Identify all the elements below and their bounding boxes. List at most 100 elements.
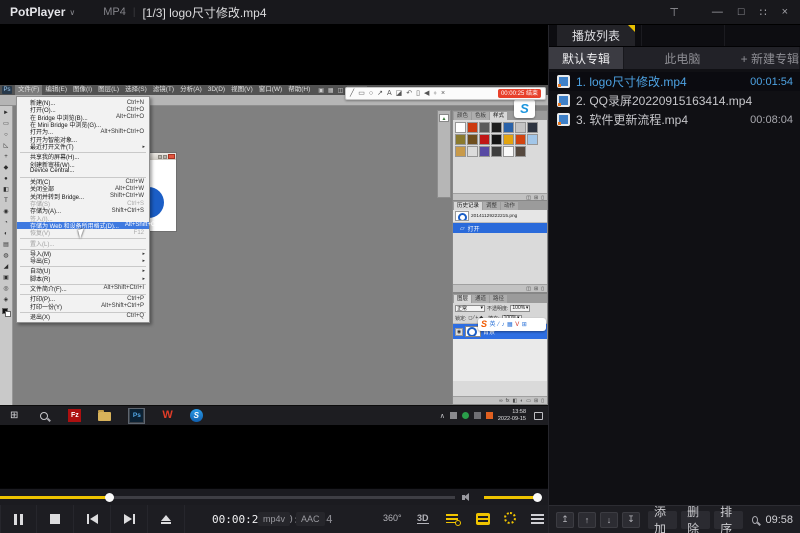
3d-mode-button[interactable]: 3D bbox=[417, 513, 429, 524]
file-menu-item[interactable]: Device Central... bbox=[17, 168, 149, 175]
panel-footer-icon[interactable]: ◐ bbox=[520, 398, 523, 404]
delete-button[interactable]: 删除 bbox=[681, 511, 710, 529]
filezilla-icon[interactable]: Fz bbox=[68, 409, 81, 422]
ime-icon[interactable]: V bbox=[515, 322, 519, 328]
notification-center-icon[interactable] bbox=[534, 412, 543, 420]
tool-icon[interactable]: ▭ bbox=[3, 119, 9, 130]
playlist-item[interactable]: 2. QQ录屏20220915163414.mp4 bbox=[549, 91, 800, 110]
file-menu-item[interactable]: 最近打开文件(T) bbox=[17, 143, 149, 150]
tool-icon[interactable]: ◺ bbox=[4, 141, 9, 152]
document-title-bar[interactable] bbox=[148, 153, 176, 160]
tool-icon[interactable]: ◧ bbox=[3, 185, 9, 196]
sogou-taskbar-icon[interactable]: S bbox=[190, 409, 203, 422]
blend-mode-dropdown[interactable]: 正常▾ bbox=[455, 305, 485, 312]
volume-slider[interactable] bbox=[484, 496, 540, 499]
panel-footer-icon[interactable]: ▭ bbox=[526, 398, 531, 404]
tray-icon[interactable] bbox=[462, 412, 469, 419]
file-menu-item[interactable]: 脚本(R) bbox=[17, 275, 149, 282]
tray-icon[interactable] bbox=[486, 412, 493, 419]
maximize-button[interactable]: □ bbox=[738, 6, 745, 18]
chevron-down-icon[interactable]: ∨ bbox=[69, 8, 75, 17]
tool-icon[interactable]: ◔ bbox=[4, 218, 8, 229]
photoshop-menu-item[interactable]: 选择(S) bbox=[122, 85, 150, 95]
style-swatch[interactable] bbox=[455, 122, 466, 133]
style-swatch[interactable] bbox=[527, 122, 538, 133]
style-swatch[interactable] bbox=[491, 134, 502, 145]
seek-bar[interactable] bbox=[0, 496, 455, 499]
app-menu-button[interactable]: PotPlayer bbox=[10, 5, 65, 19]
sogou-logo-icon[interactable]: S bbox=[481, 320, 487, 329]
tool-icon[interactable]: ▣ bbox=[3, 273, 9, 284]
file-menu-item[interactable]: 文件简介(F)... Alt+Shift+Ctrl+I bbox=[17, 285, 149, 292]
photoshop-menu-item[interactable]: 视图(V) bbox=[228, 85, 256, 95]
always-on-top-button[interactable]: ∷ bbox=[760, 6, 767, 19]
photoshop-menu-item[interactable]: 图像(I) bbox=[70, 85, 95, 95]
tool-icon[interactable]: ◢ bbox=[4, 262, 9, 273]
panel-thumbnail-icon[interactable]: ▲ bbox=[439, 114, 449, 122]
style-swatch[interactable] bbox=[479, 134, 490, 145]
panel-tab[interactable]: 动作 bbox=[501, 202, 518, 210]
pause-button[interactable] bbox=[0, 505, 37, 533]
move-item-button[interactable]: ↥ bbox=[556, 512, 574, 528]
recorder-tool-icon[interactable]: ▯ bbox=[416, 90, 420, 97]
panel-tab[interactable]: 历史记录 bbox=[454, 202, 482, 210]
pin-icon[interactable]: ⊤ bbox=[669, 6, 679, 19]
wps-icon[interactable]: W bbox=[162, 410, 172, 421]
panel-footer-icon[interactable]: ∞ bbox=[499, 398, 503, 404]
add-button[interactable]: 添加 bbox=[648, 511, 677, 529]
tool-icon[interactable]: ◎ bbox=[3, 284, 8, 295]
recorder-tool-icon[interactable]: ↶ bbox=[406, 90, 412, 97]
vr-360-button[interactable]: 360° bbox=[383, 513, 402, 523]
style-swatch[interactable] bbox=[503, 122, 514, 133]
panel-tab[interactable]: 样式 bbox=[490, 112, 507, 120]
panel-tab[interactable]: 路径 bbox=[490, 295, 507, 303]
tool-icon[interactable]: ◍ bbox=[3, 251, 8, 262]
subtitle-button-icon[interactable] bbox=[476, 513, 490, 525]
sort-button[interactable]: 排序 bbox=[714, 511, 743, 529]
style-swatch[interactable] bbox=[455, 134, 466, 145]
tool-icon[interactable]: ◆ bbox=[4, 163, 9, 174]
photoshop-menu-item[interactable]: 分析(A) bbox=[177, 85, 205, 95]
style-swatch[interactable] bbox=[491, 122, 502, 133]
doc-close-icon[interactable] bbox=[168, 154, 175, 159]
tool-icon[interactable]: T bbox=[4, 196, 8, 207]
recorder-tool-icon[interactable]: × bbox=[441, 90, 445, 97]
ime-icon[interactable]: ⁄ bbox=[498, 322, 499, 328]
file-menu-item[interactable]: 创建新审核(W)... bbox=[17, 160, 149, 167]
history-step-open[interactable]: ▱ 打开 bbox=[453, 223, 547, 233]
settings-gear-icon[interactable] bbox=[504, 512, 516, 524]
tool-icon[interactable]: + bbox=[4, 152, 8, 163]
playlist-search-field-icon[interactable] bbox=[752, 516, 758, 524]
album-tab[interactable]: + 新建专辑 bbox=[741, 47, 800, 69]
album-tab[interactable]: 默认专辑 bbox=[549, 47, 624, 69]
recorder-tool-icon[interactable]: ○ bbox=[369, 90, 373, 97]
panel-footer-icon[interactable]: ◫ bbox=[526, 286, 531, 292]
ime-icon[interactable]: ⊞ bbox=[522, 322, 527, 328]
tab-playlist[interactable]: 播放列表 bbox=[557, 25, 635, 46]
open-eject-button[interactable] bbox=[148, 505, 185, 533]
tool-icon[interactable]: ▤ bbox=[3, 240, 9, 251]
file-menu-item[interactable]: 置入(L)... bbox=[17, 239, 149, 246]
style-swatch[interactable] bbox=[479, 146, 490, 157]
photoshop-menu-item[interactable]: 窗口(W) bbox=[256, 85, 285, 95]
file-menu-item[interactable]: 导出(E) bbox=[17, 257, 149, 264]
photoshop-menu-item[interactable]: 滤镜(T) bbox=[150, 85, 177, 95]
photoshop-menu-item[interactable]: 3D(D) bbox=[205, 85, 228, 95]
panel-footer-icon[interactable]: ⊞ bbox=[534, 286, 538, 292]
move-item-button[interactable]: ↧ bbox=[622, 512, 640, 528]
style-swatch[interactable] bbox=[515, 146, 526, 157]
tray-icon[interactable] bbox=[474, 412, 481, 419]
menu-hamburger-icon[interactable] bbox=[531, 514, 544, 524]
panel-tab[interactable]: 调整 bbox=[483, 202, 500, 210]
playlist-search-icon[interactable] bbox=[446, 513, 460, 525]
tool-icon[interactable]: ◐ bbox=[4, 229, 8, 240]
next-button[interactable] bbox=[111, 505, 148, 533]
empty-tab-slot[interactable] bbox=[724, 25, 800, 46]
appbar-icon[interactable]: ▣ bbox=[318, 87, 324, 94]
tray-expand-icon[interactable]: ∧ bbox=[440, 412, 445, 420]
panel-footer-icon[interactable]: ◧ bbox=[513, 398, 518, 404]
tool-icon[interactable]: ● bbox=[4, 174, 8, 185]
panel-tab[interactable]: 色板 bbox=[472, 112, 489, 120]
panel-footer-icon[interactable]: fx bbox=[506, 398, 510, 404]
ime-icon[interactable]: ♪ bbox=[502, 322, 505, 328]
